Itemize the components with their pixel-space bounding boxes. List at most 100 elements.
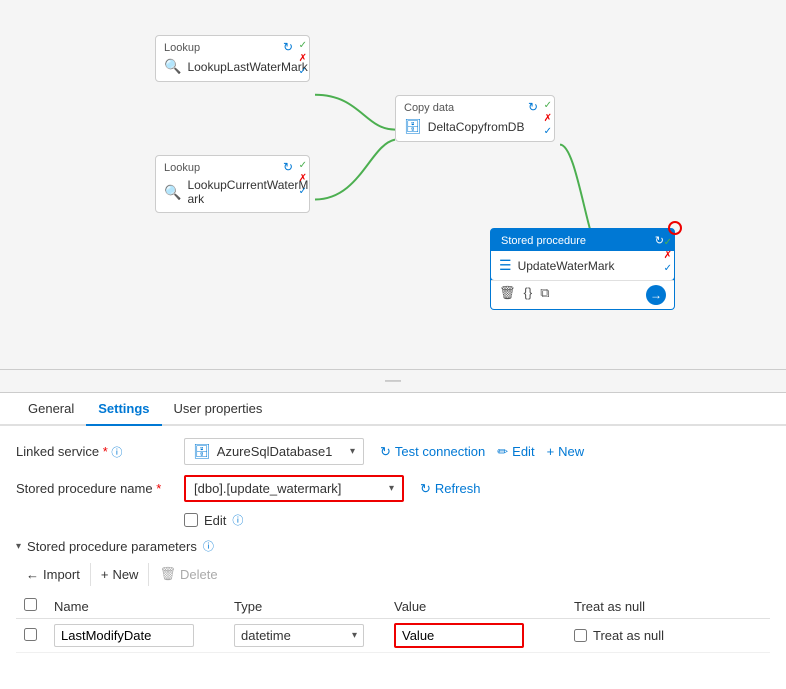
- sp-name-label: Stored procedure name *: [16, 481, 176, 496]
- sp-name-row: Stored procedure name * [dbo].[update_wa…: [16, 475, 770, 502]
- blue-check-icon2: ✓: [299, 186, 307, 197]
- edit-link[interactable]: ✏ Edit: [497, 444, 534, 460]
- sp-required-star: *: [156, 481, 161, 496]
- col-header-name: Name: [46, 594, 226, 619]
- code-icon[interactable]: {}: [524, 285, 533, 305]
- lookup2-icon: 🔍: [164, 184, 181, 201]
- col-header-type: Type: [226, 594, 386, 619]
- tab-general[interactable]: General: [16, 393, 86, 426]
- col-header-value: Value: [386, 594, 566, 619]
- new-link[interactable]: + New: [547, 444, 585, 459]
- row-checkbox[interactable]: [24, 628, 37, 641]
- col-header-check: [16, 594, 46, 619]
- pipeline-canvas: Lookup 🔍 LookupLastWaterMark ✓ ✗ ✓ ↻ Loo…: [0, 0, 786, 370]
- param-type-dropdown[interactable]: datetime ▾: [234, 624, 364, 647]
- storedproc-node[interactable]: Stored procedure ↻ ☰ UpdateWaterMark ✓ ✗…: [490, 228, 675, 310]
- copydata-title: Copy data: [404, 102, 544, 114]
- params-info-icon[interactable]: ⓘ: [203, 538, 214, 554]
- copy-icon[interactable]: ⧉: [540, 285, 549, 305]
- copydata-node[interactable]: Copy data 🗄 DeltaCopyfromDB ✓ ✗ ✓ ↻: [395, 95, 555, 142]
- lookup2-title: Lookup: [164, 162, 299, 174]
- param-value-input[interactable]: [394, 623, 524, 648]
- bottom-panel: General Settings User properties Linked …: [0, 393, 786, 665]
- lookup1-node[interactable]: Lookup 🔍 LookupLastWaterMark ✓ ✗ ✓ ↻: [155, 35, 310, 82]
- check-icon3: ✓: [544, 100, 552, 111]
- red-circle-indicator: [668, 221, 682, 235]
- settings-form: Linked service * ⓘ 🗄 AzureSqlDatabase1 ▾…: [0, 426, 786, 665]
- test-icon: ↻: [380, 444, 391, 460]
- plus-icon: +: [547, 444, 555, 459]
- lookup2-status-icons: ✓ ✗ ✓: [299, 160, 307, 197]
- new-param-button[interactable]: + New: [91, 563, 150, 586]
- linked-service-value: AzureSqlDatabase1: [217, 444, 333, 459]
- lookup1-icon: 🔍: [164, 58, 181, 75]
- sp-params-section-header: ▾ Stored procedure parameters ⓘ: [16, 538, 770, 554]
- linked-service-actions: ↻ Test connection ✏ Edit + New: [380, 444, 584, 460]
- sp-refresh-icon: ↻: [655, 234, 664, 247]
- import-button[interactable]: ← Import: [16, 563, 91, 586]
- blue-check-icon: ✓: [299, 66, 307, 77]
- edit-checkbox-row: Edit ⓘ: [184, 512, 770, 528]
- copydata-status-icons: ✓ ✗ ✓: [544, 100, 552, 137]
- import-icon: ←: [26, 567, 39, 582]
- tab-user-properties[interactable]: User properties: [162, 393, 275, 426]
- lookup2-name: LookupCurrentWaterMark: [187, 178, 308, 206]
- refresh-icon3: ↻: [528, 100, 538, 114]
- treat-null-label: Treat as null: [593, 628, 664, 643]
- test-connection-link[interactable]: ↻ Test connection: [380, 444, 485, 460]
- x-icon: ✗: [299, 53, 307, 64]
- copydata-name: DeltaCopyfromDB: [428, 120, 525, 134]
- treat-null-checkbox[interactable]: [574, 629, 587, 642]
- refresh-icon-btn: ↻: [420, 481, 431, 497]
- sp-name-value: [dbo].[update_watermark]: [194, 481, 341, 496]
- refresh-button[interactable]: ↻ Refresh: [420, 481, 480, 497]
- delete-param-button[interactable]: 🗑 Delete: [149, 562, 227, 586]
- sp-params-label: Stored procedure parameters: [27, 539, 197, 554]
- select-all-checkbox[interactable]: [24, 598, 37, 611]
- lookup1-status-icons: ✓ ✗ ✓: [299, 40, 307, 77]
- sp-check-icon: ✓: [664, 237, 672, 248]
- params-actions-bar: ← Import + New 🗑 Delete: [16, 562, 770, 586]
- copydata-icon: 🗄: [404, 118, 422, 135]
- check-icon: ✓: [299, 40, 307, 51]
- params-table: Name Type Value Treat as null datetime ▾: [16, 594, 770, 653]
- sp-name-dropdown[interactable]: [dbo].[update_watermark] ▾: [184, 475, 404, 502]
- edit-checkbox[interactable]: [184, 513, 198, 527]
- linked-service-label: Linked service * ⓘ: [16, 444, 176, 460]
- db-icon: 🗄: [193, 443, 211, 460]
- new-param-icon: +: [101, 567, 109, 582]
- edit-label: Edit: [204, 513, 226, 528]
- edit-info-icon[interactable]: ⓘ: [232, 512, 243, 528]
- blue-check-icon3: ✓: [544, 126, 552, 137]
- x-icon3: ✗: [544, 113, 552, 124]
- lookup1-name: LookupLastWaterMark: [187, 60, 307, 74]
- arrow-icon[interactable]: →: [646, 285, 666, 305]
- x-icon2: ✗: [299, 173, 307, 184]
- required-star: *: [103, 444, 108, 459]
- sp-x-icon: ✗: [664, 250, 672, 261]
- refresh-icon2: ↻: [283, 160, 293, 174]
- refresh-icon: ↻: [283, 40, 293, 54]
- param-name-input[interactable]: [54, 624, 194, 647]
- tab-settings[interactable]: Settings: [86, 393, 161, 426]
- sp-blue-icon: ✓: [664, 263, 672, 274]
- storedproc-name: UpdateWaterMark: [518, 259, 615, 273]
- storedproc-icon: ☰: [499, 257, 512, 274]
- lookup1-title: Lookup: [164, 42, 299, 54]
- param-type-value: datetime: [241, 628, 291, 643]
- col-header-null: Treat as null: [566, 594, 770, 619]
- info-icon[interactable]: ⓘ: [111, 447, 122, 459]
- lookup2-node[interactable]: Lookup 🔍 LookupCurrentWaterMark ✓ ✗ ✓ ↻: [155, 155, 310, 213]
- sp-chevron-icon: ▾: [389, 483, 394, 494]
- table-row: datetime ▾ Treat as null: [16, 619, 770, 653]
- check-icon2: ✓: [299, 160, 307, 171]
- linked-service-dropdown[interactable]: 🗄 AzureSqlDatabase1 ▾: [184, 438, 364, 465]
- tabs-bar: General Settings User properties: [0, 393, 786, 426]
- edit-icon: ✏: [497, 444, 508, 460]
- linked-service-row: Linked service * ⓘ 🗄 AzureSqlDatabase1 ▾…: [16, 438, 770, 465]
- type-chevron-icon: ▾: [352, 630, 357, 641]
- chevron-down-icon: ▾: [350, 446, 355, 457]
- section-chevron-icon[interactable]: ▾: [16, 541, 21, 552]
- divider-handle[interactable]: —: [385, 372, 401, 390]
- delete-icon[interactable]: 🗑: [499, 285, 516, 305]
